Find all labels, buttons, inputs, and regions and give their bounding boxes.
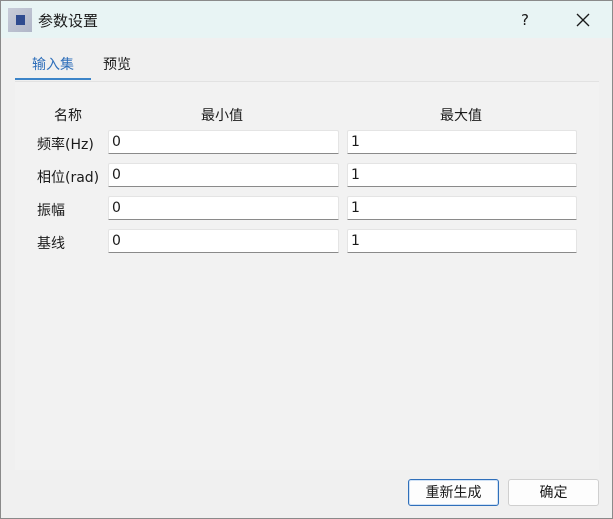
title-bar[interactable]: 参数设置 ? (1, 1, 612, 38)
window-title: 参数设置 (38, 12, 99, 30)
regenerate-button[interactable]: 重新生成 (408, 479, 499, 506)
phase-min-input[interactable] (108, 163, 339, 187)
amplitude-min-input[interactable] (108, 196, 339, 220)
close-icon (576, 13, 590, 27)
phase-max-input[interactable] (347, 163, 577, 187)
column-header-min: 最小值 (201, 108, 243, 124)
row-label-amplitude: 振幅 (37, 203, 65, 219)
frequency-max-input[interactable] (347, 130, 577, 154)
tab-preview[interactable]: 预览 (103, 53, 131, 78)
close-button[interactable] (565, 6, 601, 34)
row-label-frequency: 频率(Hz) (37, 137, 94, 153)
help-button[interactable]: ? (507, 6, 543, 34)
row-label-baseline: 基线 (37, 236, 65, 252)
frequency-min-input[interactable] (108, 130, 339, 154)
column-header-name: 名称 (54, 108, 82, 124)
ok-button[interactable]: 确定 (508, 479, 599, 506)
row-label-phase: 相位(rad) (37, 170, 100, 186)
tab-input-set[interactable]: 输入集 (15, 53, 91, 80)
baseline-min-input[interactable] (108, 229, 339, 253)
app-icon (8, 8, 32, 32)
column-header-max: 最大值 (440, 108, 482, 124)
baseline-max-input[interactable] (347, 229, 577, 253)
dialog-window: 参数设置 ? 输入集 预览 名称 最小值 最大值 频率(Hz) 相位(rad) … (0, 0, 613, 519)
amplitude-max-input[interactable] (347, 196, 577, 220)
